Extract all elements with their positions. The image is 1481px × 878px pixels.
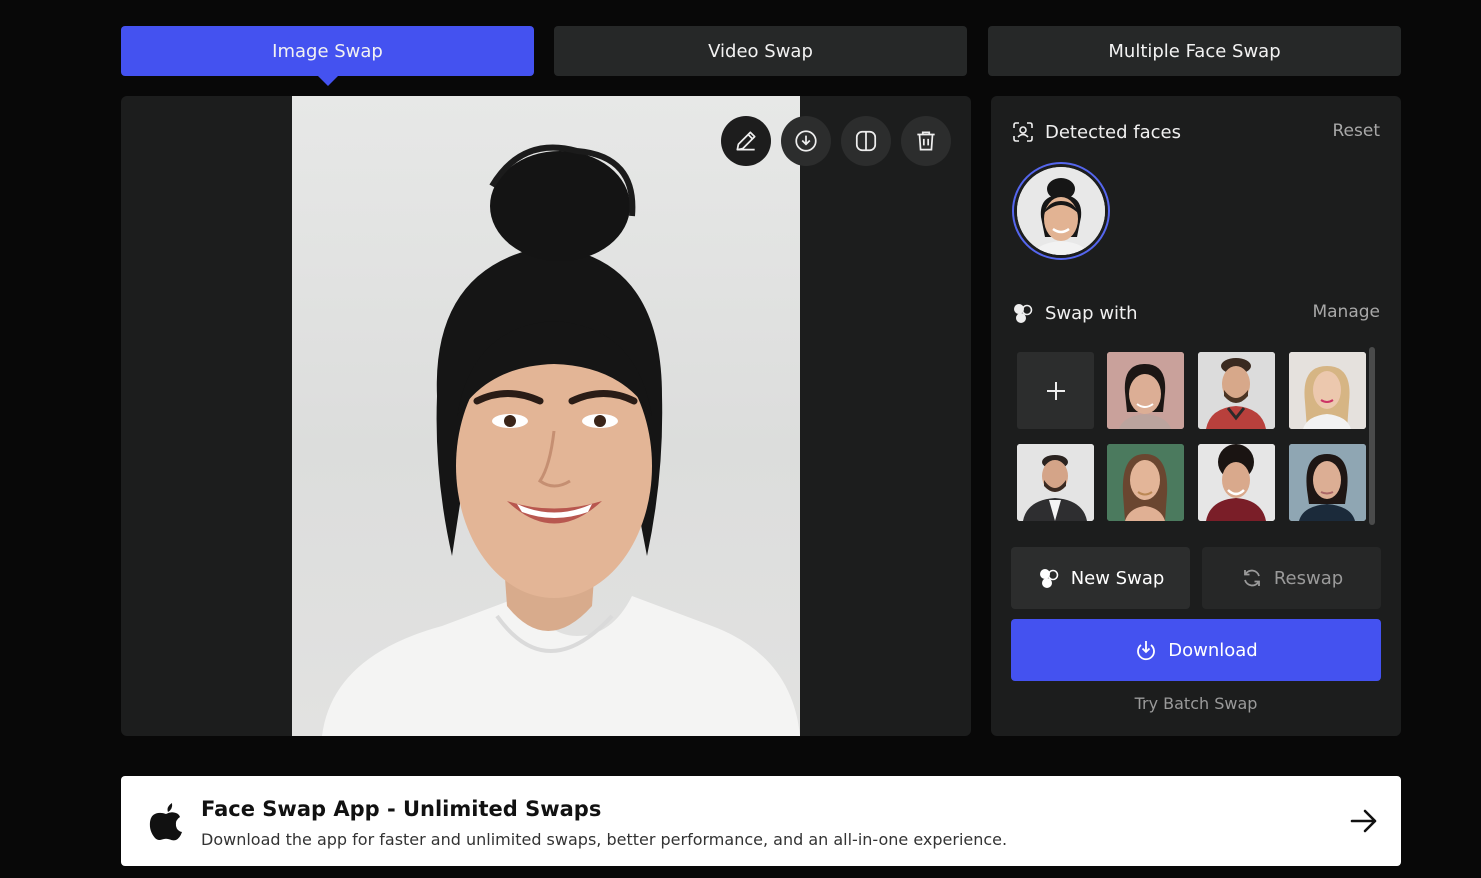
- swap-faces-icon: [1039, 569, 1059, 588]
- result-photo: [292, 96, 800, 736]
- new-swap-label: New Swap: [1070, 567, 1165, 589]
- face-panel: Detected faces Reset Swap with Manage Ne…: [991, 96, 1401, 736]
- reset-link[interactable]: Reset: [1333, 121, 1381, 141]
- swap-with-header: Swap with: [1011, 301, 1138, 325]
- swap-face-option[interactable]: [1289, 444, 1366, 521]
- compare-icon: [855, 130, 877, 152]
- swap-face-option[interactable]: [1107, 444, 1184, 521]
- face-thumbnail: [1198, 352, 1275, 429]
- tab-multiple-face-swap[interactable]: Multiple Face Swap: [988, 26, 1401, 76]
- detected-face-thumb[interactable]: [1012, 162, 1110, 260]
- swap-face-option[interactable]: [1198, 444, 1275, 521]
- detected-faces-title: Detected faces: [1045, 121, 1181, 143]
- compare-button[interactable]: [841, 116, 891, 166]
- download-image-button[interactable]: [781, 116, 831, 166]
- swap-faces-icon: [1014, 304, 1033, 323]
- face-thumbnail: [1017, 167, 1105, 255]
- download-icon: [1137, 641, 1156, 661]
- refresh-icon: [1243, 569, 1260, 587]
- reswap-button[interactable]: Reswap: [1202, 547, 1381, 609]
- app-promo-banner[interactable]: Face Swap App - Unlimited Swaps Download…: [121, 776, 1401, 866]
- swap-face-option[interactable]: [1107, 352, 1184, 429]
- face-thumbnail: [1289, 352, 1366, 429]
- swap-face-option[interactable]: [1198, 352, 1275, 429]
- face-thumbnail: [1107, 444, 1184, 521]
- reswap-label: Reswap: [1273, 567, 1344, 589]
- portrait-illustration: [322, 144, 800, 736]
- face-thumbnail: [1198, 444, 1275, 521]
- face-grid-scrollbar[interactable]: [1369, 347, 1375, 525]
- tab-image-swap[interactable]: Image Swap: [121, 26, 534, 76]
- banner-title: Face Swap App - Unlimited Swaps: [201, 797, 602, 821]
- tab-label: Multiple Face Swap: [1108, 40, 1281, 62]
- swap-with-title: Swap with: [1045, 302, 1138, 324]
- download-button[interactable]: Download: [1011, 619, 1381, 681]
- mode-tabs: Image Swap Video Swap Multiple Face Swap: [121, 26, 1401, 76]
- face-scan-icon: [1013, 122, 1033, 142]
- download-label: Download: [1168, 639, 1258, 661]
- swap-face-grid: [1017, 352, 1367, 522]
- try-batch-swap-link[interactable]: Try Batch Swap: [991, 694, 1401, 713]
- trash-icon: [917, 131, 935, 151]
- new-swap-button[interactable]: New Swap: [1011, 547, 1190, 609]
- face-thumbnail: [1107, 352, 1184, 429]
- tab-label: Image Swap: [272, 40, 383, 62]
- edit-icon: [736, 131, 756, 151]
- plus-icon: [1046, 381, 1065, 400]
- download-icon: [795, 130, 817, 152]
- apple-icon: [149, 803, 182, 841]
- detected-faces-header: Detected faces: [1011, 120, 1181, 144]
- delete-button[interactable]: [901, 116, 951, 166]
- swap-face-option[interactable]: [1017, 444, 1094, 521]
- tab-label: Video Swap: [708, 40, 813, 62]
- result-canvas: [121, 96, 971, 736]
- banner-subtitle: Download the app for faster and unlimite…: [201, 830, 1008, 849]
- manage-link[interactable]: Manage: [1312, 302, 1380, 322]
- arrow-right-icon: [1350, 809, 1377, 833]
- edit-button[interactable]: [721, 116, 771, 166]
- add-face-button[interactable]: [1017, 352, 1094, 429]
- tab-video-swap[interactable]: Video Swap: [554, 26, 967, 76]
- face-thumbnail: [1289, 444, 1366, 521]
- swap-face-option[interactable]: [1289, 352, 1366, 429]
- face-thumbnail: [1017, 444, 1094, 521]
